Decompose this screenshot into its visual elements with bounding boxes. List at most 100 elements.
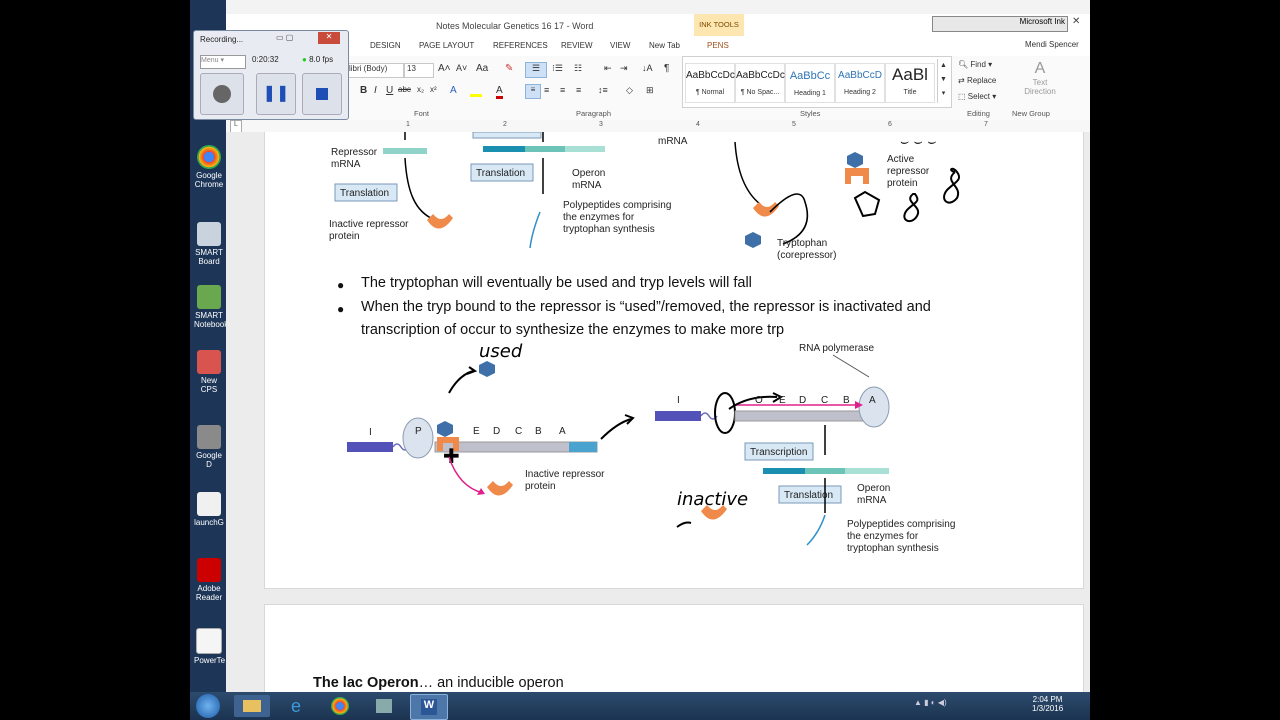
highlight-icon[interactable]: [470, 84, 484, 97]
numbering-icon[interactable]: ⁝☰: [552, 63, 563, 74]
launchg-desktop-icon[interactable]: launchG: [194, 492, 224, 527]
adobe-reader-desktop-icon[interactable]: Adobe Reader: [194, 558, 224, 602]
style-title[interactable]: AaBl Title: [885, 63, 935, 103]
text-direction-button[interactable]: A Text Direction: [1022, 60, 1058, 96]
style-heading-2[interactable]: AaBbCcD Heading 2: [835, 63, 885, 103]
align-left-icon[interactable]: ≡: [525, 84, 541, 99]
multilevel-list-icon[interactable]: ☷: [574, 63, 582, 74]
style-no-spacing[interactable]: AaBbCcDc ¶ No Spac...: [735, 63, 785, 103]
bottom-diagram: used I P E D C B A ✚ Inactive repressor p…: [347, 341, 955, 554]
sort-icon[interactable]: ↓A: [642, 63, 653, 73]
replace-button[interactable]: ⇄ Replace: [958, 76, 996, 85]
align-center-icon[interactable]: ≡: [544, 85, 549, 95]
taskbar-ie[interactable]: e: [278, 695, 314, 717]
decrease-indent-icon[interactable]: ⇤: [604, 63, 612, 74]
tab-references[interactable]: REFERENCES: [493, 41, 548, 50]
pause-button[interactable]: ❚❚: [256, 73, 296, 115]
top-diagram: Repressor mRNA Translation Inactive repre…: [329, 132, 961, 261]
italic-icon[interactable]: I: [374, 85, 377, 96]
powerteacher-desktop-icon[interactable]: PowerTe: [194, 628, 225, 665]
close-recording-icon[interactable]: ✕: [318, 32, 340, 44]
borders-icon[interactable]: ⊞: [646, 85, 654, 96]
ink-eight: [943, 167, 961, 204]
document-page[interactable]: Repressor mRNA Translation Inactive repre…: [264, 132, 1084, 589]
change-case-icon[interactable]: Aa: [476, 63, 488, 74]
mrna-label: mRNA: [658, 136, 688, 147]
operon-mrna-label: Operon mRNA: [572, 168, 605, 191]
ink-eight-2: [903, 193, 920, 223]
recording-widget[interactable]: Recording... ▭ ▢ ✕ Menu ▾ 0:20:32 ● 8.0 …: [193, 30, 349, 120]
underline-icon[interactable]: U: [386, 85, 393, 96]
line-spacing-icon[interactable]: ↕≡: [598, 85, 608, 95]
tab-view[interactable]: VIEW: [610, 41, 630, 50]
active-repressor-shape: [845, 168, 869, 184]
align-right-icon[interactable]: ≡: [560, 85, 565, 95]
taskbar-chrome[interactable]: [322, 695, 358, 717]
text-effects-icon[interactable]: A: [450, 85, 457, 96]
stop-button[interactable]: [302, 73, 342, 115]
search-icon: 🔍︎: [958, 60, 969, 69]
recording-title: Recording...: [200, 35, 244, 44]
bold-icon[interactable]: B: [360, 85, 367, 96]
bullet-icon: ●: [337, 278, 345, 292]
svg-text:O: O: [755, 395, 763, 406]
clear-format-icon[interactable]: ✎: [505, 63, 513, 74]
taskbar-explorer[interactable]: [234, 695, 270, 717]
shrink-font-icon[interactable]: A˅: [456, 63, 467, 73]
smart-board-desktop-icon[interactable]: SMART Board: [194, 222, 224, 266]
style-heading-1[interactable]: AaBbCc Heading 1: [785, 63, 835, 103]
grow-font-icon[interactable]: A˄: [438, 63, 451, 74]
tab-new-tab[interactable]: New Tab: [649, 41, 680, 50]
increase-indent-icon[interactable]: ⇥: [620, 63, 628, 74]
svg-text:A: A: [869, 395, 876, 406]
bullets-icon[interactable]: ☰: [525, 62, 547, 78]
select-icon: ⬚: [958, 92, 966, 101]
operon-mrna-bar-light: [845, 468, 889, 474]
network-icon: [376, 699, 392, 713]
style-normal[interactable]: AaBbCcDc ¶ Normal: [685, 63, 735, 103]
tab-design[interactable]: DESIGN: [370, 41, 401, 50]
chrome-desktop-icon[interactable]: Google Chrome: [194, 145, 224, 189]
clock[interactable]: 2:04 PM 1/3/2016: [1032, 695, 1063, 713]
transcription-box-cut: [472, 132, 542, 139]
operon-mrna-bar-light: [565, 146, 605, 152]
start-button[interactable]: [196, 694, 220, 718]
find-button[interactable]: 🔍︎ Find ▾: [958, 60, 992, 69]
svg-text:E: E: [473, 426, 480, 437]
document-page-2[interactable]: The lac Operon… an inducible operon: [264, 604, 1084, 696]
tab-review[interactable]: REVIEW: [561, 41, 593, 50]
font-color-icon[interactable]: A: [496, 85, 503, 99]
record-button[interactable]: [200, 73, 244, 115]
tryptophan-shape: [437, 421, 453, 437]
styles-scroll[interactable]: ▲ ▼ ▾: [937, 59, 949, 103]
strikethrough-icon[interactable]: abc: [398, 85, 411, 94]
ink-polygon: [853, 190, 881, 218]
justify-icon[interactable]: ≡: [576, 85, 581, 95]
subscript-icon[interactable]: x₂: [417, 85, 424, 94]
font-size-box[interactable]: 13: [404, 63, 434, 78]
document-icon: [197, 492, 221, 516]
google-drive-desktop-icon[interactable]: Google D: [194, 425, 224, 469]
show-marks-icon[interactable]: ¶: [664, 63, 669, 74]
menu-dropdown[interactable]: Menu ▾: [200, 55, 246, 69]
taskbar-network[interactable]: [366, 695, 402, 717]
tray-icons[interactable]: ▲ ▮ ◐ ◀): [914, 698, 947, 707]
svg-text:I: I: [677, 395, 680, 406]
inactive-repressor-label: Inactive repressor protein: [329, 219, 409, 242]
superscript-icon[interactable]: x²: [430, 85, 437, 94]
microsoft-ink-bar[interactable]: Microsoft Ink: [932, 16, 1068, 32]
new-cps-desktop-icon[interactable]: New CPS: [194, 350, 224, 394]
repressor-mrna-bar: [383, 148, 427, 154]
powerteacher-icon: [196, 628, 222, 654]
close-icon[interactable]: ✕: [1072, 16, 1080, 27]
tab-pens[interactable]: PENS: [707, 41, 729, 50]
smart-notebook-desktop-icon[interactable]: SMART Notebook: [194, 285, 228, 329]
user-name[interactable]: Mendi Spencer: [1025, 40, 1079, 49]
select-button[interactable]: ⬚ Select ▾: [958, 92, 996, 101]
shading-icon[interactable]: ◇: [626, 85, 633, 96]
keyboard-icon: [197, 425, 221, 449]
taskbar-word[interactable]: W: [410, 694, 448, 720]
window-controls-icon[interactable]: ▭ ▢: [276, 33, 293, 42]
font-name-box[interactable]: libri (Body): [346, 63, 404, 78]
tab-page-layout[interactable]: PAGE LAYOUT: [419, 41, 474, 50]
